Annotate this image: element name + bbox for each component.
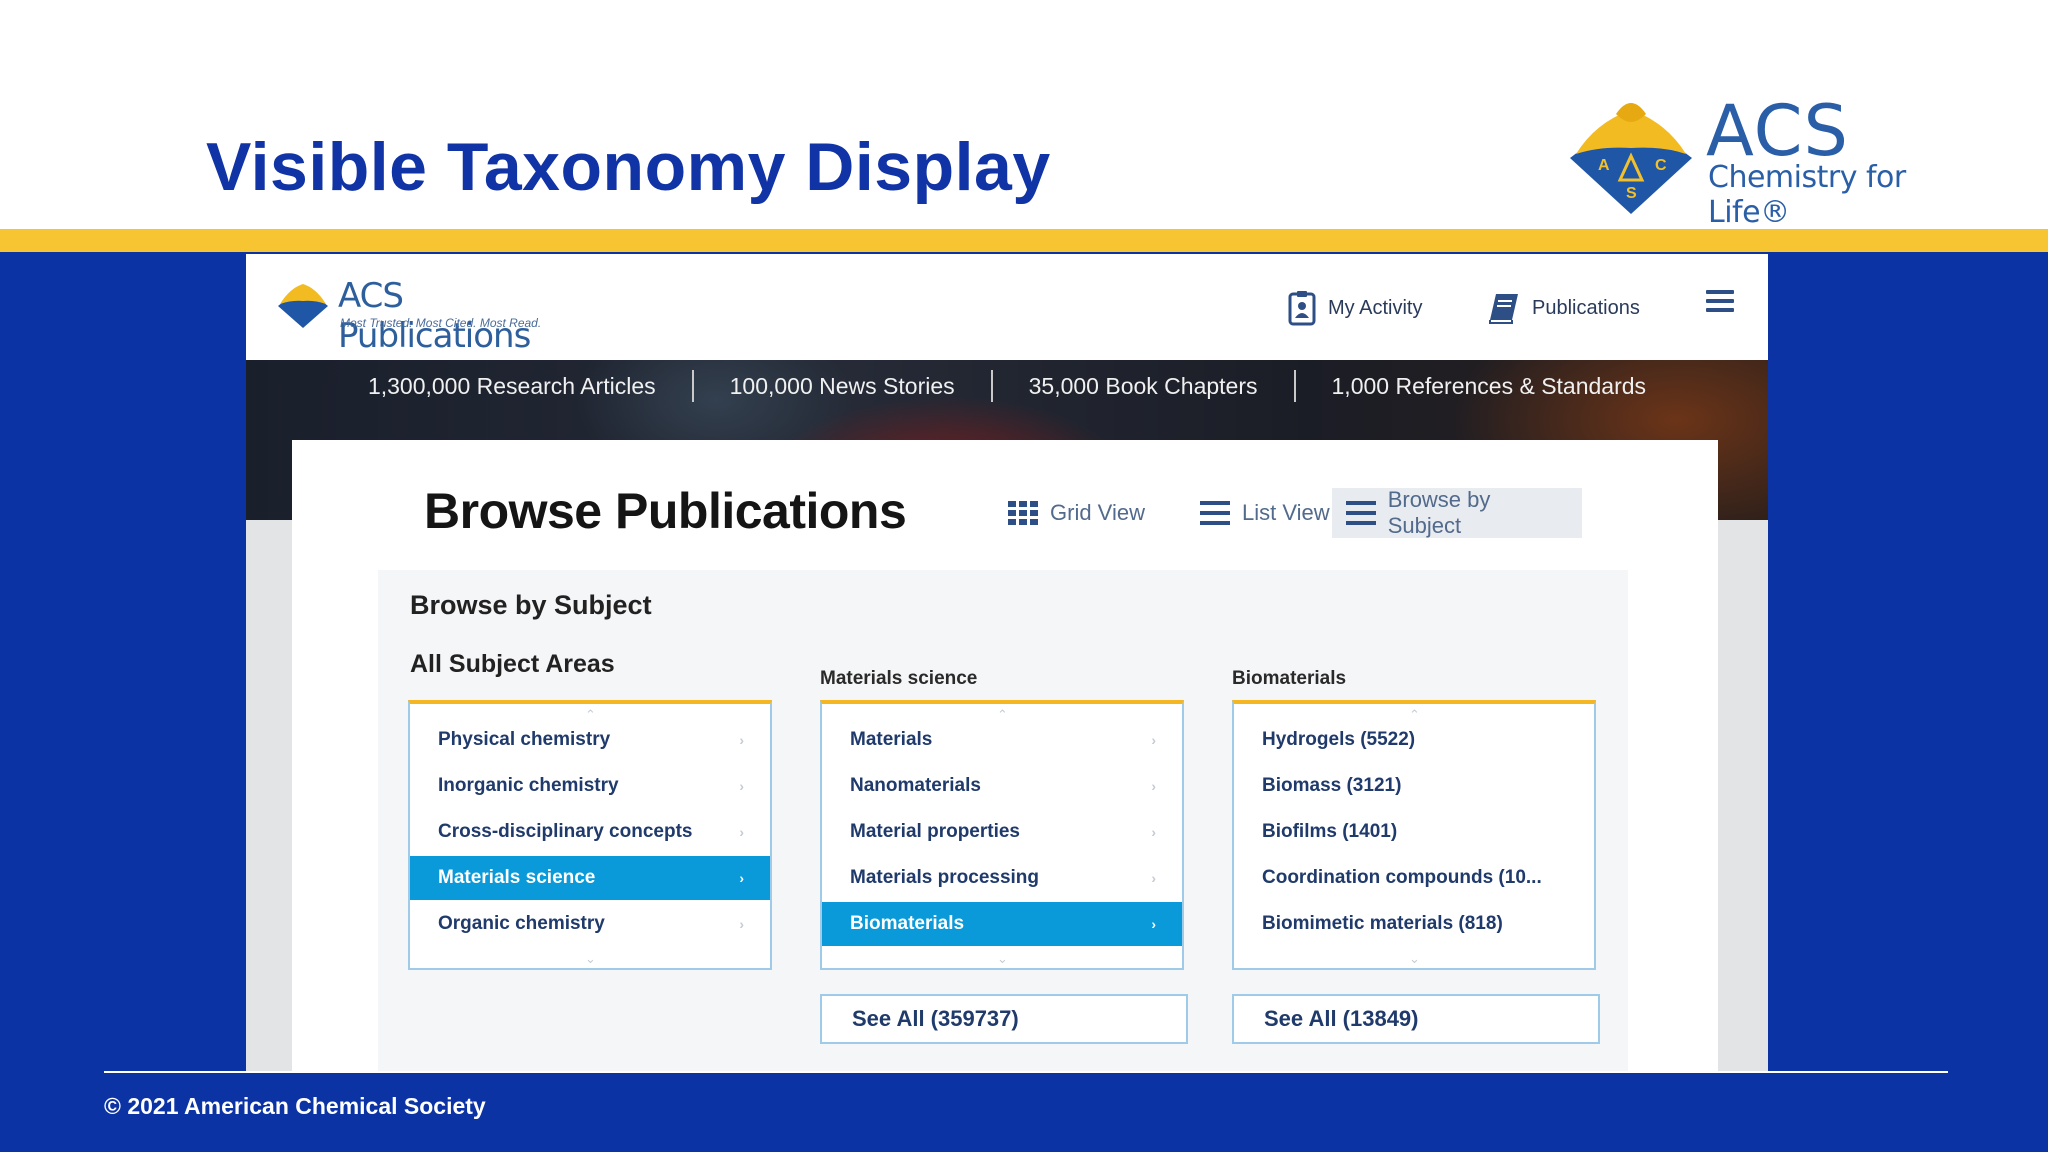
- pubs-header: ACS Publications Most Trusted. Most Cite…: [246, 254, 1768, 360]
- stat-news-stories: 100,000 News Stories: [729, 372, 955, 399]
- stat-book-chapters: 35,000 Book Chapters: [1028, 372, 1258, 399]
- copyright: © 2021 American Chemical Society: [104, 1093, 486, 1119]
- stat-research-articles: 1,300,000 Research Articles: [367, 372, 656, 399]
- see-all-biomaterials-button[interactable]: See All (13849): [1232, 994, 1600, 1044]
- nav-my-activity[interactable]: My Activity: [1288, 288, 1422, 328]
- subject-item-label: Coordination compounds (10...: [1262, 867, 1542, 888]
- nav-publications-label: Publications: [1532, 296, 1640, 319]
- subject-item-label: Cross-disciplinary concepts: [438, 821, 693, 842]
- nav-publications[interactable]: Publications: [1486, 288, 1640, 328]
- list-view-button[interactable]: List View: [1186, 488, 1344, 538]
- subject-item[interactable]: Cross-disciplinary concepts ›: [410, 810, 770, 854]
- chevron-right-icon: ›: [739, 916, 744, 932]
- column-3-label: Biomaterials: [1232, 668, 1347, 689]
- chevron-right-icon: ›: [1151, 870, 1156, 886]
- slide-title: Visible Taxonomy Display: [206, 129, 1051, 205]
- grid-view-button[interactable]: Grid View: [994, 488, 1159, 538]
- pubs-logo-icon: [278, 284, 328, 328]
- chevron-right-icon: ›: [1151, 916, 1156, 932]
- publications-screenshot: ACS Publications Most Trusted. Most Cite…: [246, 254, 1768, 1071]
- subject-item-label: Physical chemistry: [438, 729, 611, 750]
- subject-item[interactable]: Inorganic chemistry ›: [410, 764, 770, 808]
- subject-item[interactable]: Coordination compounds (10...: [1234, 856, 1594, 900]
- subject-item[interactable]: Materials ›: [822, 718, 1182, 762]
- chevron-right-icon: ›: [739, 870, 744, 886]
- svg-text:C: C: [1655, 157, 1667, 174]
- subject-column-2[interactable]: ⌃ Materials › Nanomaterials › Material pro…: [820, 700, 1184, 970]
- subject-item[interactable]: Biofilms (1401): [1234, 810, 1594, 854]
- see-all-materials-button[interactable]: See All (359737): [820, 994, 1188, 1044]
- chevron-right-icon: ›: [739, 778, 744, 794]
- subject-item-label: Biomass (3121): [1262, 775, 1402, 796]
- browse-title: Browse Publications: [424, 483, 907, 539]
- subject-item-label: Hydrogels (5522): [1262, 729, 1416, 750]
- list-view-label: List View: [1242, 500, 1330, 525]
- chevron-right-icon: ›: [739, 824, 744, 840]
- svg-text:S: S: [1626, 185, 1637, 202]
- subject-item[interactable]: Nanomaterials ›: [822, 764, 1182, 808]
- subject-column-1[interactable]: ⌃ Physical chemistry › Inorganic chemistr…: [408, 700, 772, 970]
- column-2-label: Materials science: [820, 668, 978, 689]
- subject-browser: Browse by Subject All Subject Areas ⌃ Ph…: [378, 570, 1628, 1071]
- subject-item-label: Organic chemistry: [438, 913, 605, 934]
- scroll-down-icon[interactable]: ⌄: [585, 952, 596, 965]
- book-icon: [1489, 294, 1518, 324]
- subject-item[interactable]: Material properties ›: [822, 810, 1182, 854]
- footer-rule: [104, 1071, 1948, 1073]
- subject-item-label: Materials: [850, 729, 933, 750]
- pubs-logo-tagline: Most Trusted. Most Cited. Most Read.: [340, 316, 542, 330]
- subject-item-label: Material properties: [850, 821, 1020, 842]
- subject-item-selected[interactable]: Materials science ›: [410, 856, 770, 900]
- stats-row: 1,300,000 Research Articles 100,000 News…: [246, 360, 1768, 412]
- stat-references-standards: 1,000 References & Standards: [1331, 372, 1647, 399]
- acs-logo: A C S A C S Chemistry for Life®: [1566, 90, 1956, 230]
- chevron-right-icon: ›: [739, 732, 744, 748]
- subject-item-selected[interactable]: Biomaterials ›: [822, 902, 1182, 946]
- chevron-right-icon: ›: [1151, 778, 1156, 794]
- hamburger-menu-icon[interactable]: [1706, 290, 1734, 316]
- pubs-logo[interactable]: ACS Publications Most Trusted. Most Cite…: [276, 276, 596, 356]
- svg-text:A: A: [1598, 157, 1610, 174]
- all-subject-areas-heading: All Subject Areas: [410, 650, 615, 678]
- subject-item-label: Materials science: [438, 867, 596, 888]
- clipboard-icon: [1288, 291, 1316, 326]
- subject-item[interactable]: Materials processing ›: [822, 856, 1182, 900]
- subject-item-label: Nanomaterials: [850, 775, 981, 796]
- subject-item-label: Biomaterials: [850, 913, 965, 934]
- grid-icon: [1008, 501, 1038, 525]
- list-icon: [1346, 501, 1376, 525]
- subject-item[interactable]: Biomimetic materials (818): [1234, 902, 1594, 946]
- subject-column-3[interactable]: ⌃ Hydrogels (5522) Biomass (3121) Biofil…: [1232, 700, 1596, 970]
- subject-item[interactable]: Hydrogels (5522): [1234, 718, 1594, 762]
- subject-item-label: Materials processing: [850, 867, 1040, 888]
- acs-emblem-icon: A C S: [1570, 103, 1692, 214]
- list-icon: [1200, 501, 1230, 525]
- acs-tagline: Chemistry for Life®: [1708, 160, 1906, 230]
- subject-item-label: Biofilms (1401): [1262, 821, 1398, 842]
- subject-item[interactable]: Biomass (3121): [1234, 764, 1594, 808]
- scroll-down-icon[interactable]: ⌄: [1409, 952, 1420, 965]
- gold-band: [0, 229, 2048, 252]
- browse-by-subject-label: Browse by Subject: [1387, 487, 1491, 538]
- scroll-down-icon[interactable]: ⌄: [997, 952, 1008, 965]
- grid-view-label: Grid View: [1050, 500, 1145, 525]
- subject-item-label: Biomimetic materials (818): [1262, 913, 1503, 934]
- subject-item-label: Inorganic chemistry: [438, 775, 619, 796]
- browse-by-subject-heading: Browse by Subject: [410, 590, 652, 620]
- nav-my-activity-label: My Activity: [1328, 296, 1423, 319]
- chevron-right-icon: ›: [1151, 824, 1156, 840]
- chevron-right-icon: ›: [1151, 732, 1156, 748]
- subject-item[interactable]: Organic chemistry ›: [410, 902, 770, 946]
- subject-item[interactable]: Physical chemistry ›: [410, 718, 770, 762]
- browse-card: Browse Publications Grid View List View …: [292, 440, 1718, 1071]
- page-gutter: [1718, 520, 1768, 1071]
- browse-by-subject-button[interactable]: Browse by Subject: [1332, 487, 1582, 538]
